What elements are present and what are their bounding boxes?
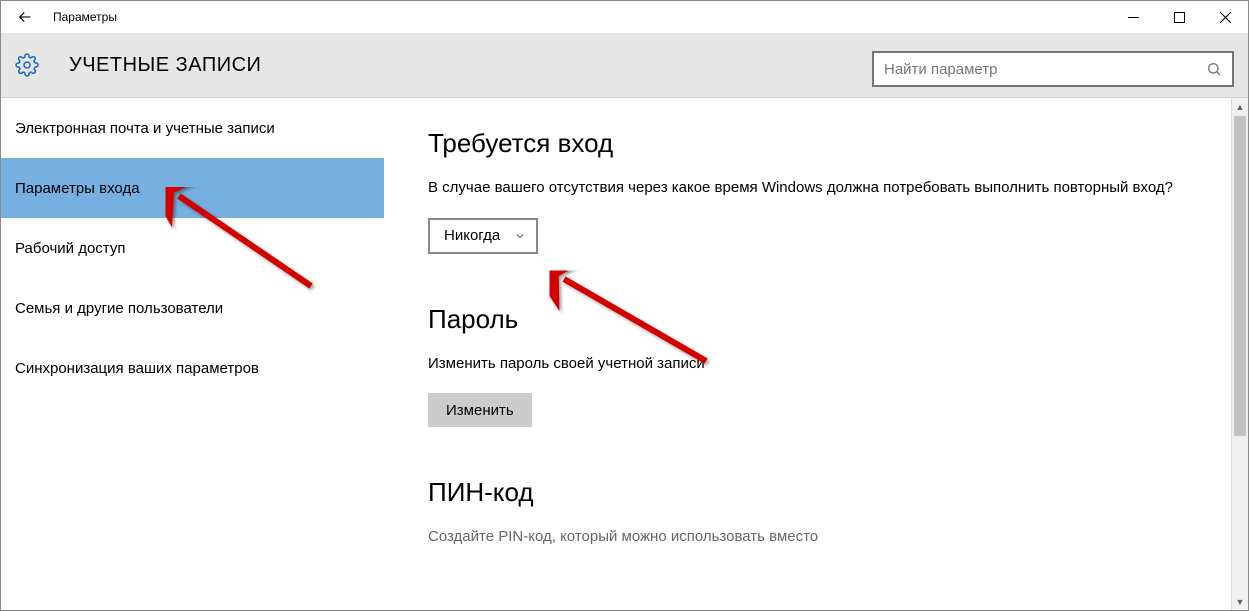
minimize-button[interactable]: [1110, 1, 1156, 33]
maximize-icon: [1174, 12, 1185, 23]
sidebar-item-work-access[interactable]: Рабочий доступ: [1, 218, 384, 278]
sidebar: Электронная почта и учетные записи Парам…: [1, 98, 384, 610]
back-button[interactable]: [1, 1, 49, 33]
search-icon: [1206, 61, 1222, 77]
password-heading: Пароль: [428, 304, 1208, 335]
close-icon: [1220, 12, 1231, 23]
maximize-button[interactable]: [1156, 1, 1202, 33]
sidebar-item-label: Рабочий доступ: [15, 240, 125, 257]
sidebar-item-sync-settings[interactable]: Синхронизация ваших параметров: [1, 338, 384, 398]
pin-description: Создайте PIN-код, который можно использо…: [428, 526, 1178, 549]
sidebar-item-label: Синхронизация ваших параметров: [15, 360, 259, 377]
password-description: Изменить пароль своей учетной записи: [428, 353, 1178, 376]
sidebar-item-email-accounts[interactable]: Электронная почта и учетные записи: [1, 98, 384, 158]
window-title: Параметры: [53, 10, 117, 24]
arrow-left-icon: [16, 8, 34, 26]
gear-icon: [15, 53, 39, 77]
close-button[interactable]: [1202, 1, 1248, 33]
scroll-down-button[interactable]: ▼: [1232, 593, 1248, 610]
signin-required-dropdown[interactable]: Никогда: [428, 218, 538, 254]
change-password-button[interactable]: Изменить: [428, 393, 532, 427]
pin-heading: ПИН-код: [428, 477, 1208, 508]
sidebar-item-family-users[interactable]: Семья и другие пользователи: [1, 278, 384, 338]
scroll-up-button[interactable]: ▲: [1232, 98, 1248, 115]
button-label: Изменить: [446, 402, 514, 419]
scrollbar-thumb[interactable]: [1234, 116, 1246, 436]
chevron-down-icon: [514, 230, 526, 242]
signin-required-heading: Требуется вход: [428, 128, 1208, 159]
signin-required-description: В случае вашего отсутствия через какое в…: [428, 177, 1178, 200]
content: Требуется вход В случае вашего отсутстви…: [384, 98, 1248, 610]
dropdown-value: Никогда: [444, 227, 500, 244]
sidebar-item-signin-options[interactable]: Параметры входа: [1, 158, 384, 218]
sidebar-item-label: Электронная почта и учетные записи: [15, 120, 275, 137]
search-box[interactable]: [872, 51, 1234, 87]
minimize-icon: [1128, 12, 1139, 23]
titlebar: Параметры: [1, 1, 1248, 33]
header-title: УЧЕТНЫЕ ЗАПИСИ: [69, 54, 261, 77]
search-input[interactable]: [884, 61, 1206, 78]
sidebar-item-label: Параметры входа: [15, 180, 140, 197]
sidebar-item-label: Семья и другие пользователи: [15, 300, 223, 317]
scrollbar[interactable]: ▲ ▼: [1231, 98, 1248, 610]
